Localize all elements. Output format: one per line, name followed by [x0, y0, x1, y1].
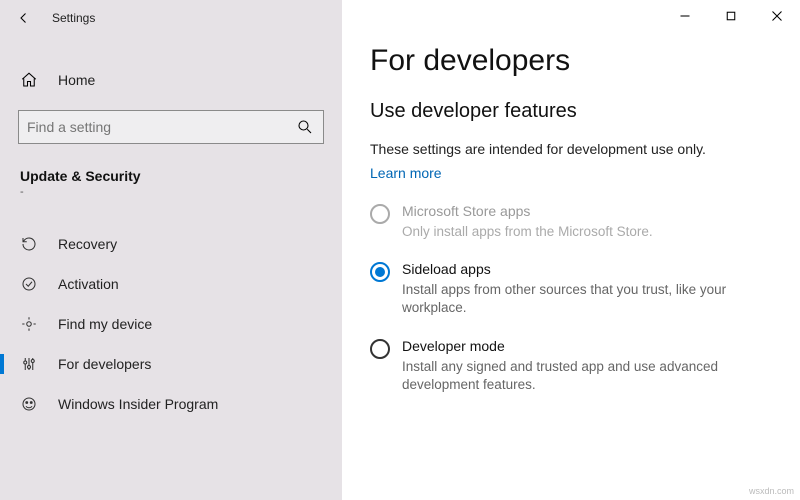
- sidebar-item-label: Recovery: [58, 236, 117, 252]
- recovery-icon: [20, 235, 40, 253]
- window-controls: [342, 0, 800, 32]
- for-developers-icon: [20, 355, 40, 373]
- app-title: Settings: [52, 11, 95, 25]
- sidebar-item-label: Activation: [58, 276, 119, 292]
- search-box[interactable]: [18, 110, 324, 144]
- option-developer-mode[interactable]: Developer mode Install any signed and tr…: [370, 338, 772, 394]
- option-description: Install apps from other sources that you…: [402, 281, 772, 317]
- arrow-left-icon: [15, 9, 33, 27]
- radio-sideload-apps[interactable]: [370, 262, 390, 282]
- main-panel: For developers Use developer features Th…: [342, 0, 800, 500]
- radio-developer-mode[interactable]: [370, 339, 390, 359]
- sidebar-item-for-developers[interactable]: For developers: [0, 344, 342, 384]
- maximize-button[interactable]: [708, 0, 754, 32]
- option-label: Developer mode: [402, 338, 772, 354]
- home-icon: [20, 71, 40, 89]
- titlebar: Settings: [0, 0, 342, 36]
- search-input[interactable]: [27, 119, 295, 135]
- category-heading: Update & Security: [0, 150, 342, 186]
- home-label: Home: [58, 72, 95, 88]
- watermark: wsxdn.com: [749, 486, 794, 496]
- minimize-button[interactable]: [662, 0, 708, 32]
- close-icon: [768, 7, 786, 25]
- sidebar-item-label: Find my device: [58, 316, 152, 332]
- sidebar: Settings Home Update & Security -: [0, 0, 342, 500]
- option-microsoft-store-apps: Microsoft Store apps Only install apps f…: [370, 203, 772, 241]
- option-sideload-apps[interactable]: Sideload apps Install apps from other so…: [370, 261, 772, 317]
- option-description: Only install apps from the Microsoft Sto…: [402, 223, 653, 241]
- sidebar-item-windows-insider[interactable]: Windows Insider Program: [0, 384, 342, 424]
- find-my-device-icon: [20, 315, 40, 333]
- option-label: Sideload apps: [402, 261, 772, 277]
- maximize-icon: [722, 7, 740, 25]
- sidebar-item-label: Windows Insider Program: [58, 396, 218, 412]
- intro-text: These settings are intended for developm…: [370, 141, 772, 157]
- sidebar-item-recovery[interactable]: Recovery: [0, 224, 342, 264]
- sidebar-item-label: For developers: [58, 356, 151, 372]
- option-description: Install any signed and trusted app and u…: [402, 358, 772, 394]
- nav-list: Recovery Activation Find my device For d…: [0, 224, 342, 424]
- radio-microsoft-store-apps: [370, 204, 390, 224]
- section-title: Use developer features: [370, 100, 772, 123]
- close-button[interactable]: [754, 0, 800, 32]
- option-label: Microsoft Store apps: [402, 203, 653, 219]
- windows-insider-icon: [20, 395, 40, 413]
- learn-more-link[interactable]: Learn more: [370, 165, 442, 181]
- back-button[interactable]: [8, 2, 40, 34]
- home-link[interactable]: Home: [0, 60, 342, 100]
- sidebar-item-activation[interactable]: Activation: [0, 264, 342, 304]
- minimize-icon: [676, 7, 694, 25]
- sidebar-item-find-my-device[interactable]: Find my device: [0, 304, 342, 344]
- search-icon: [295, 118, 315, 136]
- activation-icon: [20, 275, 40, 293]
- category-dash: -: [0, 186, 342, 198]
- page-title: For developers: [370, 44, 772, 78]
